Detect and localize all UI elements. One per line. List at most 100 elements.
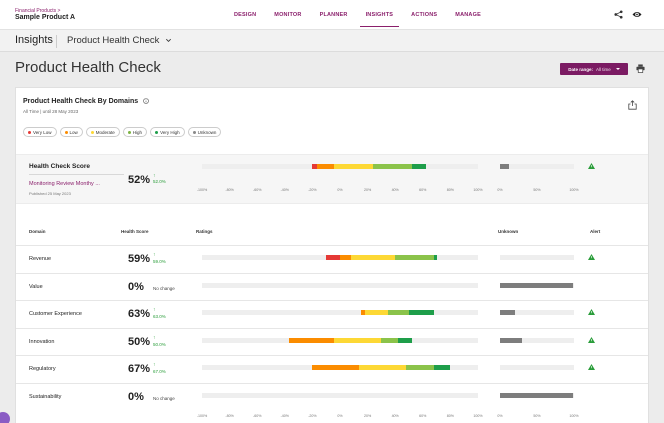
no-change-label: No change [153,395,175,401]
divider [29,174,124,175]
legend-label: Moderate [95,129,115,135]
column-header-ratings: Ratings [196,229,213,234]
score-change: 67.0% [153,369,166,374]
arrow-up-icon: ↑ [153,362,156,368]
legend-chip-very-high[interactable]: Very High [150,127,185,137]
rating-bar-high[interactable] [388,310,409,315]
legend-label: Very Low [33,129,52,135]
unknown-track [500,337,574,343]
help-button[interactable] [0,412,10,423]
arrow-up-icon: ↑ [153,252,156,258]
rating-bar-moderate[interactable] [364,310,389,315]
column-header-domain: Domain [29,229,46,234]
rating-bar-very-high[interactable] [409,310,434,315]
legend-dot-icon [28,130,31,134]
arrow-up-icon: ↑ [153,307,156,313]
unknown-track [500,310,574,315]
ratings-track [202,365,478,370]
domain-name: Regulatory [29,366,56,372]
card-title: Product Health Check By Domains [23,98,139,105]
legend-chip-very-low[interactable]: Very Low [23,127,57,137]
rating-bar-high[interactable] [373,164,412,169]
alert-triangle-icon[interactable] [588,336,595,343]
section-title: Insights [15,34,53,46]
score-change: 52.0% [153,179,166,184]
nav-insights[interactable]: INSIGHTS [359,0,400,30]
rating-bar-moderate[interactable] [334,164,374,169]
rating-bar-very-high[interactable] [433,365,451,370]
legend-label: High [132,129,143,135]
legend-label: Low [69,129,78,135]
health-check-score-value: 52% [128,174,151,186]
nav-manage[interactable]: MANAGE [449,0,487,30]
domain-name: Customer Experience [29,311,82,317]
unknown-track [500,255,574,260]
product-name: Sample Product A [15,14,76,21]
ratings-track [202,392,478,398]
legend-dot-icon [192,130,196,134]
unknown-bar[interactable] [500,310,515,315]
rating-legend: Very Low Low Moderate High Very High Unknown [23,127,222,137]
export-icon[interactable] [628,100,637,110]
unknown-bar[interactable] [500,337,523,343]
eye-icon[interactable] [632,10,642,19]
rating-bar-low[interactable] [312,365,360,370]
alert-triangle-icon[interactable] [588,364,595,370]
rating-bar-high[interactable] [406,365,434,370]
domain-score: 59% [128,253,151,265]
ratings-track [202,337,478,343]
nav-actions[interactable]: ACTIONS [405,0,443,30]
rating-bar-moderate[interactable] [334,337,382,343]
chevron-down-icon[interactable] [165,37,172,44]
rating-bar-high[interactable] [395,255,434,260]
legend-chip-low[interactable]: Low [59,127,83,137]
legend-dot-icon [64,130,68,134]
rating-bar-very-high[interactable] [397,337,412,343]
rating-bar-low[interactable] [340,255,352,260]
unknown-track [500,164,574,169]
date-range-button[interactable]: Date range: All time [560,63,628,75]
rating-bar-moderate[interactable] [359,365,407,370]
ratings-axis: -100% -80% -60% -40% -20% 0% 20% 40% 60% 80% 100% [196,188,483,192]
unknown-bar[interactable] [500,164,509,169]
legend-dot-icon [90,130,94,134]
nav-monitor[interactable]: MONITOR [268,0,307,30]
rating-bar-very-high[interactable] [433,255,437,260]
share-icon[interactable] [614,10,623,19]
rating-bar-very-high[interactable] [411,164,426,169]
ratings-axis: -100% -80% -60% -40% -20% 0% 20% 40% 60% 80% 100% [196,414,483,418]
no-change-label: No change [153,285,175,291]
unknown-bar[interactable] [500,392,573,398]
unknown-axis: 0%50%100% [497,414,578,418]
domain-score: 63% [128,308,151,320]
monitoring-review-link[interactable]: Monitoring Review Monthy ... [29,181,100,187]
unknown-bar[interactable] [500,282,573,288]
alert-triangle-icon[interactable] [588,309,595,315]
rating-bar-very-low[interactable] [326,255,340,260]
domain-score: 67% [128,363,151,375]
alert-triangle-icon[interactable] [588,163,595,169]
ratings-track [202,255,478,260]
top-bar: Financial Products > Sample Product A DE… [0,0,664,30]
info-icon[interactable] [143,98,149,104]
health-check-score-panel: Health Check Score Monitoring Review Mon… [16,154,648,204]
main-nav: DESIGN MONITOR PLANNER INSIGHTS ACTIONS MANAG… [228,0,493,30]
legend-chip-unknown[interactable]: Unknown [187,127,222,137]
legend-chip-high[interactable]: High [122,127,148,137]
unknown-axis: 0%50%100% [497,188,578,192]
alert-triangle-icon[interactable] [588,254,595,260]
column-header-score: Health Score [121,229,149,234]
nav-planner[interactable]: PLANNER [314,0,354,30]
nav-design[interactable]: DESIGN [228,0,262,30]
rating-bar-moderate[interactable] [351,255,396,260]
rating-bar-low[interactable] [288,337,335,343]
rating-bar-high[interactable] [381,337,398,343]
legend-chip-moderate[interactable]: Moderate [85,127,120,137]
domain-score: 0% [128,390,144,403]
score-change: 63.0% [153,314,166,319]
print-icon[interactable] [636,64,645,73]
rating-bar-low[interactable] [316,164,335,169]
page-selector[interactable]: Product Health Check [67,35,159,46]
column-header-unknown: Unknown [498,229,519,234]
score-change: 59.0% [153,259,166,264]
